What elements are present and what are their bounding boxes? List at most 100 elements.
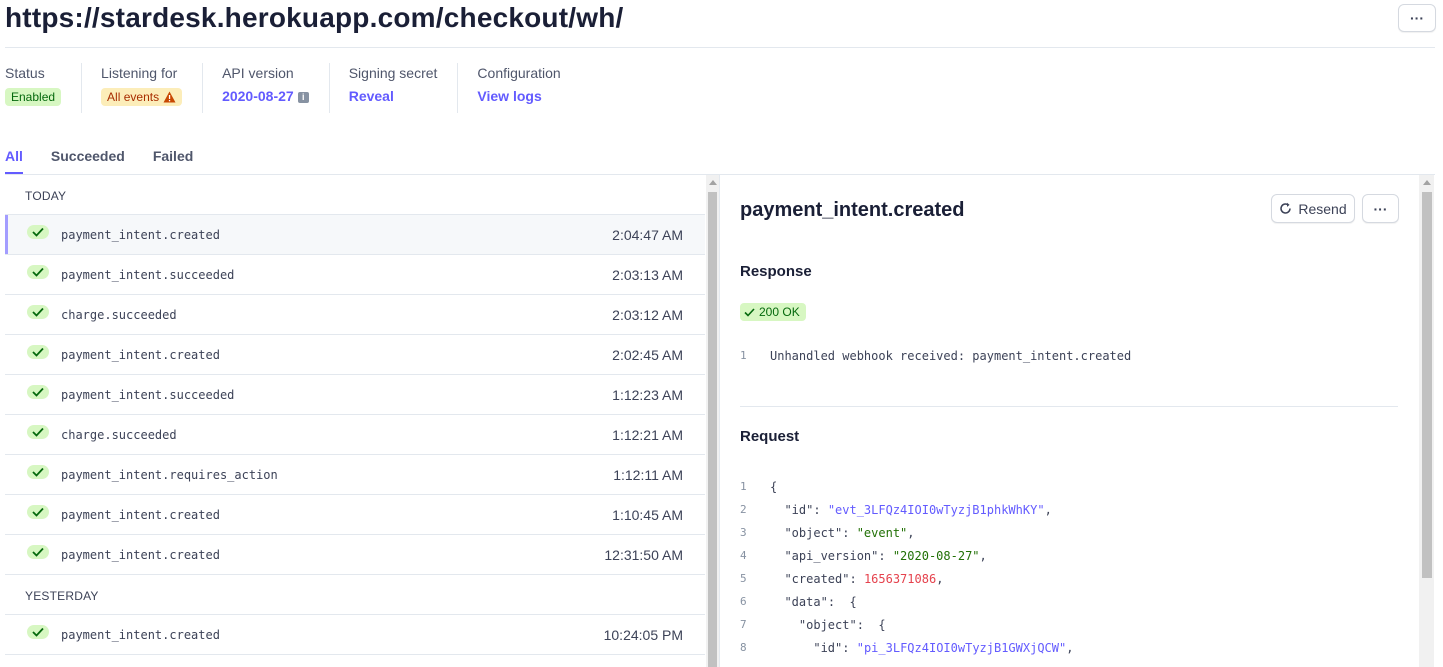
check-icon bbox=[27, 465, 49, 479]
warning-icon bbox=[163, 91, 176, 103]
event-time: 2:03:13 AM bbox=[612, 267, 683, 283]
event-time: 2:04:47 AM bbox=[612, 227, 683, 243]
event-row[interactable]: payment_intent.created 12:31:50 AM bbox=[5, 535, 705, 575]
event-detail-pane: payment_intent.created Resend ··· Respon… bbox=[720, 175, 1418, 667]
info-icon[interactable]: i bbox=[297, 92, 309, 103]
check-icon bbox=[744, 307, 755, 317]
signing-secret-column: Signing secret Reveal bbox=[349, 63, 459, 113]
section-header-yesterday: YESTERDAY bbox=[5, 575, 705, 615]
event-type: payment_intent.created bbox=[61, 508, 220, 522]
scroll-up-arrow-icon[interactable] bbox=[1423, 180, 1431, 185]
event-type: payment_intent.succeeded bbox=[61, 388, 235, 402]
json-value: "evt_3LFQz4IOI0wTyzjB1phkWhKY" bbox=[827, 503, 1045, 517]
json-key: "api_version" bbox=[784, 549, 879, 563]
check-icon bbox=[27, 385, 49, 399]
refresh-icon bbox=[1280, 202, 1292, 214]
line-number: 7 bbox=[740, 618, 747, 631]
json-punct: { bbox=[842, 595, 857, 609]
check-icon bbox=[27, 305, 49, 319]
json-value: "2020-08-27" bbox=[892, 549, 980, 563]
view-logs-link[interactable]: View logs bbox=[477, 88, 541, 104]
event-type: charge.succeeded bbox=[61, 308, 177, 322]
code-line: 5 "created": 1656371086, bbox=[740, 572, 1073, 595]
event-type: payment_intent.created bbox=[61, 228, 220, 242]
code-line: 3 "object": "event", bbox=[740, 526, 1073, 549]
line-number: 1 bbox=[740, 480, 747, 493]
event-filter-tabs: All Succeeded Failed bbox=[5, 148, 193, 174]
scroll-up-arrow-icon[interactable] bbox=[709, 180, 717, 185]
event-time: 1:12:23 AM bbox=[612, 387, 683, 403]
code-line: 2 "id": "evt_3LFQz4IOI0wTyzjB1phkWhKY", bbox=[740, 503, 1073, 526]
event-row[interactable]: payment_intent.created 1:10:45 AM bbox=[5, 495, 705, 535]
code-line: 7 "object": { bbox=[740, 618, 1073, 641]
check-icon bbox=[27, 625, 49, 639]
event-row[interactable]: payment_intent.requires_action 1:12:11 AM bbox=[5, 455, 705, 495]
json-key: "data" bbox=[784, 595, 828, 609]
event-type: payment_intent.requires_action bbox=[61, 468, 278, 482]
scrollbar-thumb[interactable] bbox=[1422, 192, 1432, 578]
event-list-scrollbar[interactable] bbox=[706, 175, 719, 667]
event-row[interactable]: payment_intent.succeeded 1:12:23 AM bbox=[5, 375, 705, 415]
tab-succeeded[interactable]: Succeeded bbox=[51, 148, 125, 174]
event-row[interactable]: payment_intent.succeeded 2:03:13 AM bbox=[5, 255, 705, 295]
all-events-badge[interactable]: All events bbox=[101, 88, 183, 106]
event-type: charge.succeeded bbox=[61, 428, 177, 442]
detail-more-button[interactable]: ··· bbox=[1362, 194, 1399, 223]
divider bbox=[740, 406, 1398, 407]
resend-button[interactable]: Resend bbox=[1271, 194, 1355, 223]
more-icon: ··· bbox=[1410, 10, 1424, 26]
check-icon bbox=[27, 505, 49, 519]
event-row[interactable]: payment_intent.created 2:02:45 AM bbox=[5, 335, 705, 375]
response-status-badge: 200 OK bbox=[740, 303, 806, 321]
json-key: "object" bbox=[784, 526, 843, 540]
reveal-secret-link[interactable]: Reveal bbox=[349, 88, 394, 104]
event-row[interactable]: payment_intent.created 2:04:47 AM bbox=[5, 215, 705, 255]
scrollbar-thumb[interactable] bbox=[708, 192, 717, 667]
event-type: payment_intent.created bbox=[61, 348, 220, 362]
configuration-label: Configuration bbox=[477, 65, 561, 81]
json-punct: , bbox=[1066, 641, 1074, 655]
event-row[interactable]: charge.succeeded 2:03:12 AM bbox=[5, 295, 705, 335]
line-number: 4 bbox=[740, 549, 747, 562]
event-time: 12:31:50 AM bbox=[604, 547, 683, 563]
endpoint-more-button[interactable]: ··· bbox=[1398, 4, 1436, 32]
endpoint-meta: Status Enabled Listening for All events … bbox=[5, 63, 600, 115]
event-type: payment_intent.created bbox=[61, 628, 220, 642]
code-line: 8 "id": "pi_3LFQz4IOI0wTyzjB1GWXjQCW", bbox=[740, 641, 1073, 664]
json-punct: , bbox=[907, 526, 915, 540]
event-detail-title: payment_intent.created bbox=[740, 199, 965, 221]
api-version-label: API version bbox=[222, 65, 294, 81]
event-time: 2:03:12 AM bbox=[612, 307, 683, 323]
tab-all[interactable]: All bbox=[5, 148, 23, 174]
resend-label: Resend bbox=[1298, 200, 1347, 217]
line-number: 2 bbox=[740, 503, 747, 516]
check-icon bbox=[27, 345, 49, 359]
json-punct: , bbox=[979, 549, 987, 563]
divider bbox=[5, 47, 1435, 48]
event-list: TODAY payment_intent.created 2:04:47 AM pa… bbox=[5, 175, 705, 667]
line-number: 3 bbox=[740, 526, 747, 539]
code-line: 6 "data": { bbox=[740, 595, 1073, 618]
check-icon bbox=[27, 225, 49, 239]
tab-failed[interactable]: Failed bbox=[153, 148, 193, 174]
event-row[interactable]: payment_intent.created 10:24:05 PM bbox=[5, 615, 705, 655]
json-punct: { bbox=[871, 618, 886, 632]
event-row[interactable]: charge.succeeded 1:12:21 AM bbox=[5, 415, 705, 455]
listening-column: Listening for All events bbox=[101, 63, 204, 113]
json-punct: , bbox=[936, 572, 944, 586]
response-text: Unhandled webhook received: payment_inte… bbox=[770, 349, 1132, 363]
code-line: 4 "api_version": "2020-08-27", bbox=[740, 549, 1073, 572]
detail-scrollbar[interactable] bbox=[1419, 175, 1434, 667]
json-value: 1656371086 bbox=[863, 572, 937, 586]
listening-label: Listening for bbox=[101, 65, 178, 81]
event-type: payment_intent.succeeded bbox=[61, 268, 235, 282]
json-key: "id" bbox=[784, 503, 814, 517]
check-icon bbox=[27, 425, 49, 439]
more-icon: ··· bbox=[1373, 200, 1388, 217]
json-key: "id" bbox=[813, 641, 843, 655]
api-version-link[interactable]: 2020-08-27 bbox=[222, 88, 294, 104]
